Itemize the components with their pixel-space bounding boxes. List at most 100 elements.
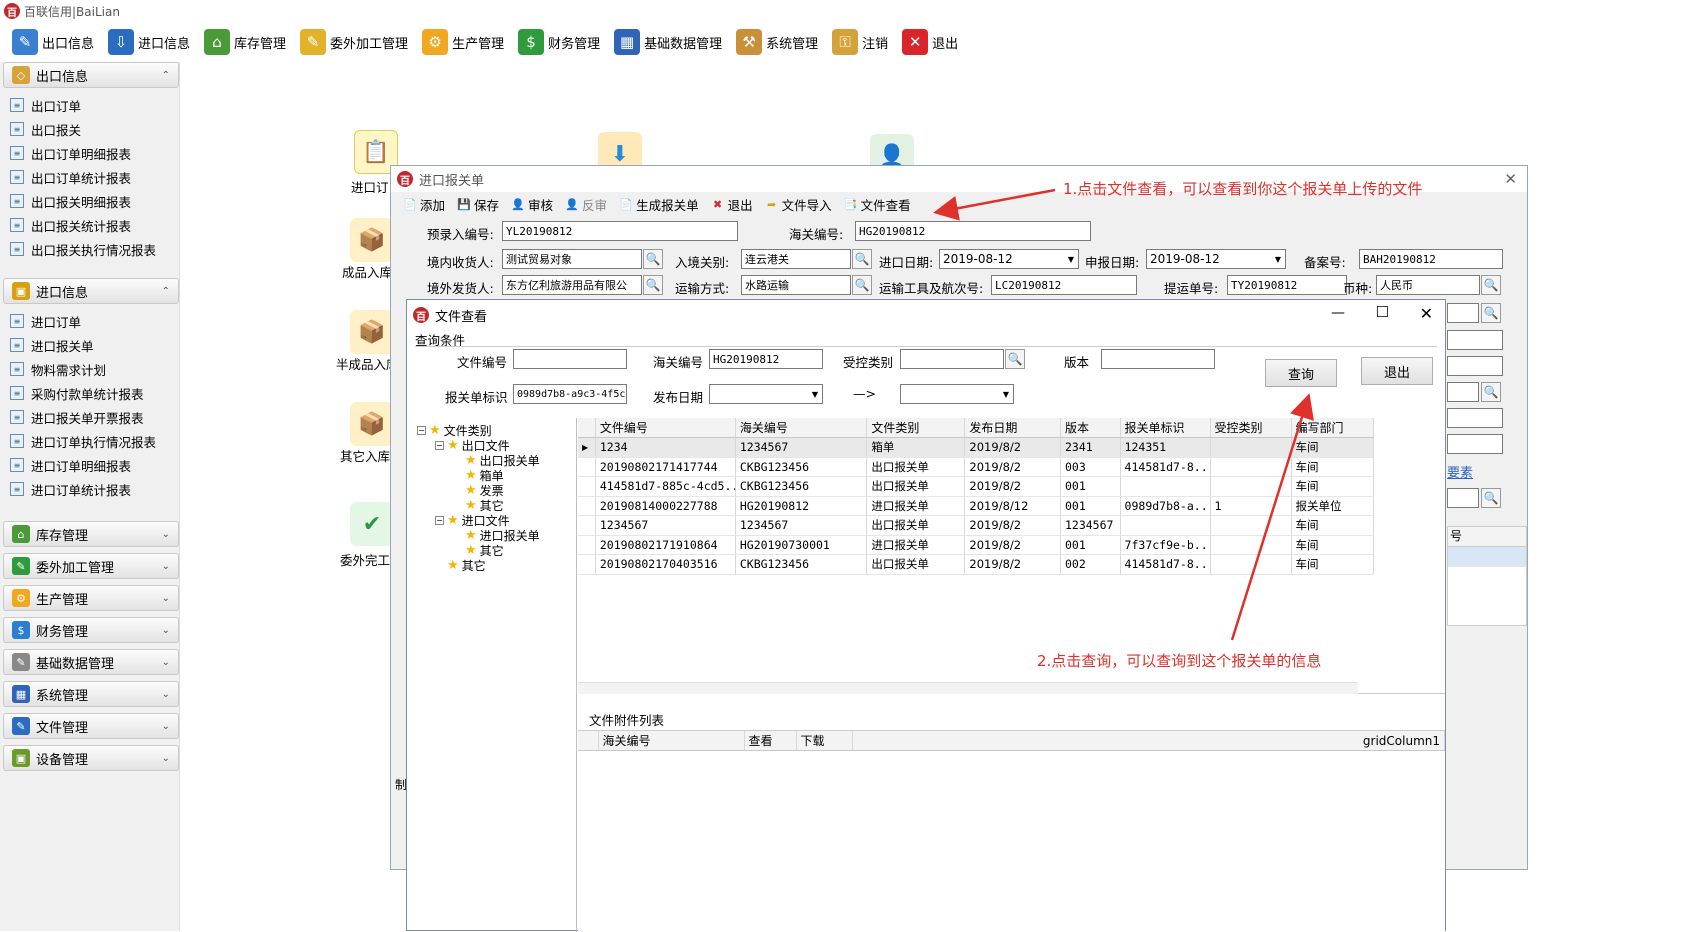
partial-search-icon[interactable]: 🔍 xyxy=(1481,382,1501,402)
sidebar-item[interactable]: ≡ 出口报关统计报表 xyxy=(10,214,131,236)
sidebar-group[interactable]: ⚙ 生产管理 ⌄ xyxy=(3,585,179,611)
row-selector[interactable] xyxy=(578,496,596,516)
file-no-field[interactable] xyxy=(513,349,627,369)
partial-grid-row[interactable] xyxy=(1448,547,1526,567)
declaration-id-field[interactable]: 0989d7b8-a9c3-4f5c xyxy=(513,384,627,404)
partial-field[interactable] xyxy=(1447,303,1479,323)
chevron-down-icon[interactable]: ⌄ xyxy=(162,657,170,668)
sidebar-group[interactable]: ✎ 文件管理 ⌄ xyxy=(3,713,179,739)
grid-horizontal-scrollbar[interactable] xyxy=(578,682,1358,694)
currency-search-icon[interactable]: 🔍 xyxy=(1481,275,1501,295)
partial-search-icon[interactable]: 🔍 xyxy=(1481,488,1501,508)
partial-field[interactable] xyxy=(1447,434,1503,454)
consignee-field[interactable]: 测试贸易对象 xyxy=(502,249,642,269)
add-button[interactable]: 📄 添加 xyxy=(403,195,445,214)
file-view-button[interactable]: 📑 文件查看 xyxy=(844,195,911,214)
entry-port-search-icon[interactable]: 🔍 xyxy=(852,249,872,269)
tree-other[interactable]: ★ 其它 xyxy=(447,557,486,574)
chevron-up-icon[interactable]: ⌃ xyxy=(162,286,170,297)
sidebar-item[interactable]: ≡ 进口订单 xyxy=(10,310,81,332)
sidebar-item[interactable]: ≡ 出口订单统计报表 xyxy=(10,166,131,188)
menu-item[interactable]: ⚿ 注销 xyxy=(830,25,890,59)
save-button[interactable]: 💾 保存 xyxy=(457,195,499,214)
sidebar-item[interactable]: ≡ 进口订单执行情况报表 xyxy=(10,430,156,452)
sidebar-group[interactable]: ▣ 进口信息 ⌃ xyxy=(3,278,179,304)
sidebar-item[interactable]: ≡ 出口报关明细报表 xyxy=(10,190,131,212)
vehicle-field[interactable]: LC20190812 xyxy=(991,275,1137,295)
partial-field[interactable] xyxy=(1447,356,1503,376)
generate-declaration-button[interactable]: 📄 生成报关单 xyxy=(619,195,698,214)
menu-item[interactable]: ⇩ 进口信息 xyxy=(106,25,192,59)
menu-item[interactable]: ✎ 委外加工管理 xyxy=(298,25,410,59)
publish-date-from[interactable]: ▼ xyxy=(709,384,823,404)
exit-button[interactable]: ✖ 退出 xyxy=(711,195,753,214)
row-selector[interactable] xyxy=(578,554,596,575)
unapprove-button[interactable]: 👤 反审 xyxy=(565,195,607,214)
control-type-search-icon[interactable]: 🔍 xyxy=(1005,349,1025,369)
customs-no-field[interactable]: HG20190812 xyxy=(855,221,1091,241)
maximize-icon[interactable]: ☐ xyxy=(1376,303,1389,321)
collapse-icon[interactable]: − xyxy=(435,441,444,450)
sidebar-group[interactable]: $ 财务管理 ⌄ xyxy=(3,617,179,643)
table-row[interactable]: 20190802171910864 HG20190730001 进口报关单 2019/… xyxy=(578,535,1375,555)
menu-item[interactable]: ▦ 基础数据管理 xyxy=(612,25,724,59)
row-selector[interactable] xyxy=(578,515,596,536)
menu-item[interactable]: ✕ 退出 xyxy=(900,25,960,59)
minimize-icon[interactable]: — xyxy=(1331,305,1345,321)
sidebar-group[interactable]: ✎ 基础数据管理 ⌄ xyxy=(3,649,179,675)
grid-column-header[interactable]: 版本 xyxy=(1060,418,1121,438)
partial-field[interactable] xyxy=(1447,488,1479,508)
menu-item[interactable]: $ 财务管理 xyxy=(516,25,602,59)
grid-column-header[interactable]: 编写部门 xyxy=(1291,418,1375,438)
row-selector[interactable]: ▶ xyxy=(578,437,596,458)
partial-search-icon[interactable]: 🔍 xyxy=(1481,303,1501,323)
row-selector[interactable] xyxy=(578,476,596,497)
sidebar-item[interactable]: ≡ 进口订单明细报表 xyxy=(10,454,131,476)
close-icon[interactable]: ✕ xyxy=(1420,304,1433,323)
flow-semi-stock-icon[interactable]: 📦 xyxy=(350,310,394,354)
table-row[interactable]: 1234567 1234567 出口报关单 2019/8/2 1234567 车间 xyxy=(578,515,1375,536)
chevron-up-icon[interactable]: ⌃ xyxy=(162,70,170,81)
sidebar-item[interactable]: ≡ 出口订单 xyxy=(10,94,81,116)
pre-entry-field[interactable]: YL20190812 xyxy=(502,221,738,241)
chevron-down-icon[interactable]: ⌄ xyxy=(162,753,170,764)
chevron-down-icon[interactable]: ⌄ xyxy=(162,561,170,572)
consignee-search-icon[interactable]: 🔍 xyxy=(643,249,663,269)
sidebar-item[interactable]: ≡ 出口报关执行情况报表 xyxy=(10,238,156,260)
menu-item[interactable]: ⚒ 系统管理 xyxy=(734,25,820,59)
record-no-field[interactable]: BAH20190812 xyxy=(1359,249,1503,269)
sidebar-item[interactable]: ≡ 出口订单明细报表 xyxy=(10,142,131,164)
table-row[interactable]: 20190814000227788 HG20190812 进口报关单 2019/8/1… xyxy=(578,496,1375,516)
grid-column-header[interactable]: 文件类别 xyxy=(866,418,966,438)
sidebar-group[interactable]: ◇ 出口信息 ⌃ xyxy=(3,62,179,88)
collapse-icon[interactable]: − xyxy=(417,426,426,435)
menu-item[interactable]: ⚙ 生产管理 xyxy=(420,25,506,59)
chevron-down-icon[interactable]: ⌄ xyxy=(162,625,170,636)
sidebar-group[interactable]: ✎ 委外加工管理 ⌄ xyxy=(3,553,179,579)
grid-column-header[interactable]: 文件编号 xyxy=(595,418,736,438)
exit-button[interactable]: 退出 xyxy=(1361,357,1433,385)
import-date-picker[interactable]: 2019-08-12 ▼ xyxy=(939,249,1079,269)
sidebar-item[interactable]: ≡ 采购付款单统计报表 xyxy=(10,382,144,404)
file-import-button[interactable]: ➦ 文件导入 xyxy=(765,195,832,214)
transport-search-icon[interactable]: 🔍 xyxy=(852,275,872,295)
shipper-search-icon[interactable]: 🔍 xyxy=(643,275,663,295)
collapse-icon[interactable]: − xyxy=(435,516,444,525)
version-field[interactable] xyxy=(1101,349,1215,369)
chevron-down-icon[interactable]: ⌄ xyxy=(162,721,170,732)
partial-field[interactable] xyxy=(1447,408,1503,428)
sidebar-group[interactable]: ▣ 设备管理 ⌄ xyxy=(3,745,179,771)
flow-outsource-done-icon[interactable]: ✔ xyxy=(350,502,394,546)
flow-finished-stock-icon[interactable]: 📦 xyxy=(350,218,394,262)
approve-button[interactable]: 👤 审核 xyxy=(511,195,553,214)
query-button[interactable]: 查询 xyxy=(1265,359,1337,387)
bill-field[interactable]: TY20190812 xyxy=(1227,275,1347,295)
grid-column-header[interactable]: 报关单标识 xyxy=(1120,418,1211,438)
table-row[interactable]: ▶ 1234 1234567 箱单 2019/8/2 2341 124351 车间 xyxy=(578,437,1375,458)
grid-column-header[interactable]: 发布日期 xyxy=(964,418,1061,438)
sidebar-group[interactable]: ▦ 系统管理 ⌄ xyxy=(3,681,179,707)
sidebar-group[interactable]: ⌂ 库存管理 ⌄ xyxy=(3,521,179,547)
grid-column-header[interactable]: 海关编号 xyxy=(735,418,868,438)
table-row[interactable]: 414581d7-885c-4cd5... CKBG123456 出口报关单 2019… xyxy=(578,476,1375,497)
entry-port-field[interactable]: 连云港关 xyxy=(741,249,851,269)
